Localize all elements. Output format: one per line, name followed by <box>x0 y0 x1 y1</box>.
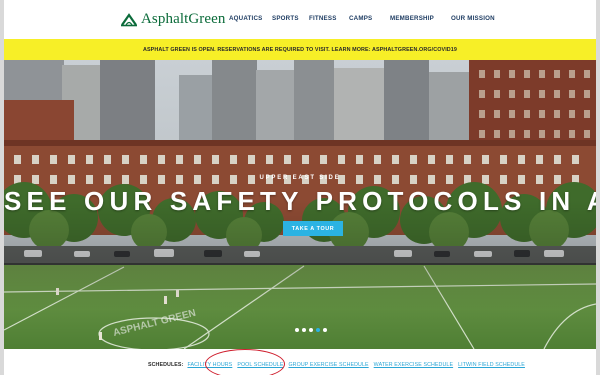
litwin-field-schedule-link[interactable]: LITWIN FIELD SCHEDULE <box>458 362 525 368</box>
nav-fitness[interactable]: FITNESS <box>309 15 337 22</box>
schedules-row: SCHEDULES: FACILITY HOURS POOL SCHEDULE … <box>148 362 530 368</box>
facility-hours-link[interactable]: FACILITY HOURS <box>187 362 232 368</box>
slider-dot-3[interactable] <box>309 328 313 332</box>
nav-camps[interactable]: CAMPS <box>349 15 372 22</box>
nav-aquatics[interactable]: AQUATICS <box>229 15 262 22</box>
slider-dot-4[interactable] <box>316 328 320 332</box>
covid-banner: ASPHALT GREEN IS OPEN. RESERVATIONS ARE … <box>4 39 596 60</box>
nav-our-mission[interactable]: OUR MISSION <box>451 15 495 22</box>
water-exercise-schedule-link[interactable]: WATER EXERCISE SCHEDULE <box>374 362 453 368</box>
nav-sports[interactable]: SPORTS <box>272 15 299 22</box>
group-exercise-schedule-link[interactable]: GROUP EXERCISE SCHEDULE <box>288 362 368 368</box>
pool-schedule-link[interactable]: POOL SCHEDULE <box>237 362 283 368</box>
schedules-bar: SCHEDULES: FACILITY HOURS POOL SCHEDULE … <box>4 349 596 375</box>
slider-dot-5[interactable] <box>323 328 327 332</box>
hero-slider: ASPHALT GREEN UPPER EAST SIDE SEE OUR SA… <box>4 60 596 349</box>
nav-membership[interactable]: MEMBERSHIP <box>390 15 434 22</box>
banner-text: ASPHALT GREEN IS OPEN. RESERVATIONS ARE … <box>142 46 457 53</box>
site-header: AsphaltGreen AQUATICS SPORTS FITNESS CAM… <box>4 0 596 39</box>
take-a-tour-button[interactable]: TAKE A TOUR <box>283 221 343 236</box>
hero-eyebrow: UPPER EAST SIDE <box>259 175 341 181</box>
slider-dot-1[interactable] <box>295 328 299 332</box>
hero-headline: SEE OUR SAFETY PROTOCOLS IN ACTION <box>4 186 596 216</box>
schedules-label: SCHEDULES: <box>148 362 184 368</box>
banner-link[interactable]: ASPHALTGREEN.ORG/COVID19 <box>372 47 457 53</box>
slider-dot-2[interactable] <box>302 328 306 332</box>
main-nav: AQUATICS SPORTS FITNESS CAMPS MEMBERSHIP… <box>4 15 596 27</box>
slider-dots <box>295 328 327 332</box>
browser-page: AsphaltGreen AQUATICS SPORTS FITNESS CAM… <box>4 0 596 375</box>
